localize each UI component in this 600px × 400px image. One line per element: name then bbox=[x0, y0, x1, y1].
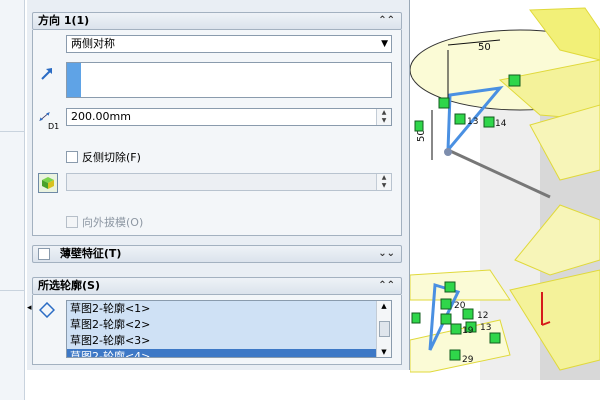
scroll-thumb[interactable] bbox=[379, 321, 390, 337]
depth-spinner[interactable]: ▲ ▼ bbox=[376, 109, 391, 125]
direction-arrow-icon[interactable] bbox=[38, 65, 56, 83]
model-view: 50 50 13 14 20 12 13 19 29 bbox=[410, 7, 600, 380]
contours-scrollbar[interactable]: ▲ ▼ bbox=[376, 301, 391, 357]
relation-label: 13 bbox=[480, 323, 491, 333]
contour-item[interactable]: 草图2-轮廓<3> bbox=[67, 333, 391, 349]
relation-label: 14 bbox=[495, 119, 507, 129]
collapse-up-icon[interactable]: ⌃⌃ bbox=[378, 278, 395, 294]
direction1-header[interactable]: 方向 1(1) ⌃⌃ bbox=[32, 12, 402, 30]
flip-side-checkbox[interactable] bbox=[66, 151, 78, 163]
thin-feature-label: 薄壁特征(T) bbox=[59, 247, 122, 260]
scroll-down-icon[interactable]: ▼ bbox=[377, 347, 391, 357]
direction1-title: 方向 1(1) bbox=[38, 14, 90, 27]
contour-item[interactable]: 草图2-轮廓<2> bbox=[67, 317, 391, 333]
depth-input[interactable]: 200.00mm ▲ ▼ bbox=[66, 108, 392, 126]
contour-diamond-icon bbox=[38, 301, 56, 319]
direction-reference-list[interactable] bbox=[66, 62, 392, 98]
strip-divider bbox=[0, 290, 24, 291]
depth-value: 200.00mm bbox=[71, 110, 131, 123]
selected-contours-title: 所选轮廓(S) bbox=[38, 279, 100, 292]
contour-item-selected[interactable]: 草图2-轮廓<4> bbox=[67, 349, 391, 357]
relation-label: 29 bbox=[462, 355, 474, 365]
draft-outward-label: 向外拔模(O) bbox=[82, 216, 144, 229]
flip-side-row[interactable]: 反侧切除(F) bbox=[66, 149, 141, 165]
end-condition-select[interactable]: 两侧对称 ▼ bbox=[66, 35, 392, 53]
thin-feature-header[interactable]: 薄壁特征(T) ⌄⌄ bbox=[32, 245, 402, 263]
draft-outward-checkbox[interactable] bbox=[66, 216, 78, 228]
relation-label: 12 bbox=[477, 311, 488, 321]
selected-contours-list[interactable]: 草图2-轮廓<1> 草图2-轮廓<2> 草图2-轮廓<3> 草图2-轮廓<4> … bbox=[66, 300, 392, 358]
selected-contours-header[interactable]: 所选轮廓(S) ⌃⌃ bbox=[32, 277, 402, 295]
strip-divider bbox=[0, 131, 24, 132]
collapse-up-icon[interactable]: ⌃⌃ bbox=[378, 13, 395, 29]
list-accent bbox=[67, 63, 81, 97]
relation-label: 19 bbox=[462, 326, 474, 336]
end-condition-value: 两侧对称 bbox=[71, 37, 115, 50]
expand-down-icon[interactable]: ⌄⌄ bbox=[378, 246, 395, 262]
direction1-body bbox=[32, 30, 402, 236]
face-reference-field[interactable]: ▲ ▼ bbox=[66, 173, 392, 191]
chevron-down-icon: ▼ bbox=[381, 39, 388, 49]
flip-side-label: 反侧切除(F) bbox=[82, 151, 141, 164]
thin-feature-checkbox[interactable] bbox=[38, 248, 50, 260]
relation-label: 20 bbox=[454, 301, 466, 311]
face-reference-spinner[interactable]: ▲ ▼ bbox=[376, 174, 391, 190]
face-select-icon[interactable] bbox=[38, 173, 58, 193]
depth-marker-label: D1 bbox=[48, 122, 60, 131]
graphics-viewport[interactable]: 50 50 13 14 20 12 13 19 29 bbox=[410, 0, 600, 400]
left-tool-strip bbox=[0, 0, 25, 400]
scroll-up-icon[interactable]: ▲ bbox=[377, 301, 391, 311]
dimension-width-label: 50 bbox=[478, 42, 491, 53]
draft-outward-row[interactable]: 向外拔模(O) bbox=[66, 214, 143, 230]
contour-item[interactable]: 草图2-轮廓<1> bbox=[67, 301, 391, 317]
relation-label: 13 bbox=[467, 117, 478, 127]
panel-side-arrow-icon[interactable]: ◂ bbox=[27, 303, 35, 317]
